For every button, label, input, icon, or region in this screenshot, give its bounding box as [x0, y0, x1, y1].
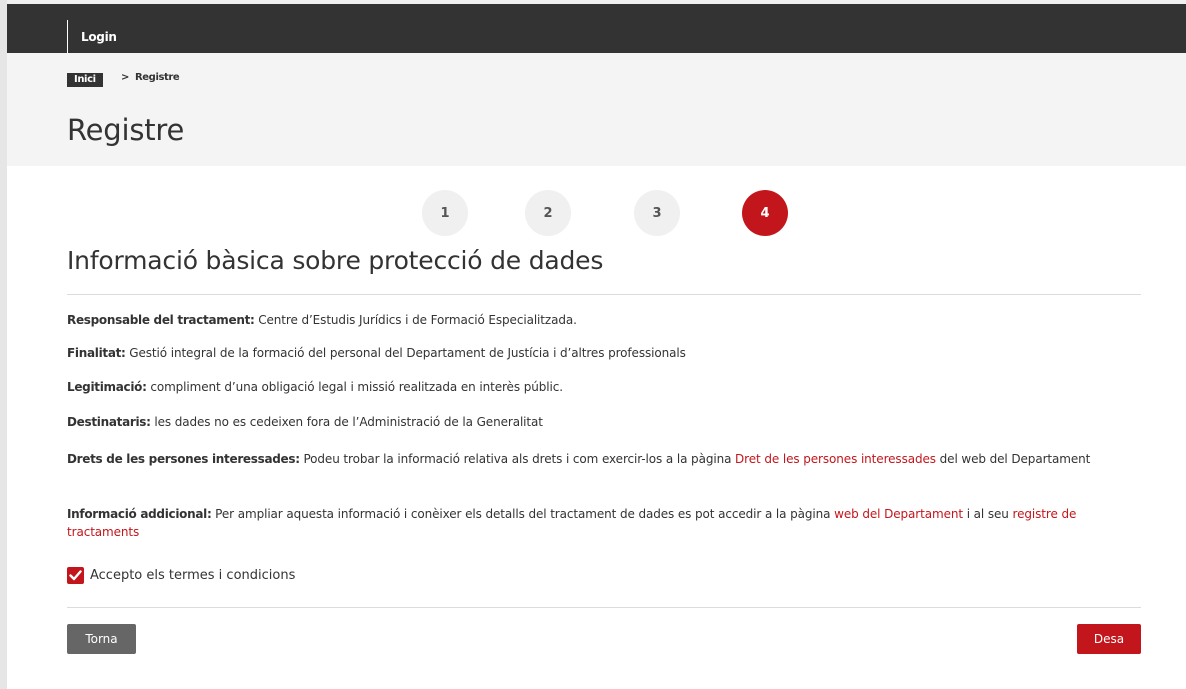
info-text: Gestió integral de la formació del perso… — [125, 346, 686, 360]
top-navbar: Login — [7, 4, 1186, 53]
breadcrumb-home-link[interactable]: Inici — [67, 73, 103, 87]
info-text: del web del Departament — [935, 452, 1091, 466]
info-text: les dades no es cedeixen fora de l’Admin… — [150, 415, 543, 429]
breadcrumb-current: Registre — [135, 72, 180, 83]
section-title: Informació bàsica sobre protecció de dad… — [67, 246, 604, 275]
form-divider — [67, 607, 1141, 608]
save-button[interactable]: Desa — [1077, 624, 1141, 654]
page-header: Inici > Registre Registre — [7, 53, 1186, 166]
left-edge — [0, 0, 7, 689]
info-text: Centre d’Estudis Jurídics i de Formació … — [254, 313, 577, 327]
info-text: compliment d’una obligació legal i missi… — [146, 380, 563, 394]
info-legitimacio: Legitimació: compliment d’una obligació … — [67, 378, 1141, 396]
info-destinataris: Destinataris: les dades no es cedeixen f… — [67, 413, 1141, 431]
info-label: Drets de les persones interessades: — [67, 452, 300, 466]
step-1: 1 — [422, 190, 468, 236]
info-label: Finalitat: — [67, 346, 126, 360]
info-drets: Drets de les persones interessades: Pode… — [67, 450, 1141, 468]
login-link[interactable]: Login — [81, 30, 117, 44]
info-responsable: Responsable del tractament: Centre d’Est… — [67, 311, 1141, 329]
step-4-current: 4 — [742, 190, 788, 236]
terms-label[interactable]: Accepto els termes i condicions — [90, 567, 295, 585]
info-text: Podeu trobar la informació relativa als … — [299, 452, 736, 466]
info-text: i al seu — [962, 507, 1013, 521]
info-label: Informació addicional: — [67, 507, 212, 521]
info-label: Responsable del tractament: — [67, 313, 255, 327]
info-addicional: Informació addicional: Per ampliar aques… — [67, 505, 1141, 541]
rights-page-link[interactable]: Dret de les persones interessades — [735, 452, 936, 466]
info-finalitat: Finalitat: Gestió integral de la formaci… — [67, 344, 1141, 362]
info-label: Legitimació: — [67, 380, 147, 394]
section-divider — [67, 294, 1141, 295]
back-button[interactable]: Torna — [67, 624, 136, 654]
step-2: 2 — [525, 190, 571, 236]
info-label: Destinataris: — [67, 415, 151, 429]
breadcrumb-separator: > — [121, 72, 130, 83]
navbar-divider — [67, 20, 68, 53]
page-title: Registre — [67, 113, 185, 147]
step-3: 3 — [634, 190, 680, 236]
terms-checkbox[interactable] — [67, 567, 84, 584]
check-icon — [69, 570, 82, 581]
info-text: Per ampliar aquesta informació i conèixe… — [211, 507, 835, 521]
department-web-link[interactable]: web del Departament — [834, 507, 963, 521]
